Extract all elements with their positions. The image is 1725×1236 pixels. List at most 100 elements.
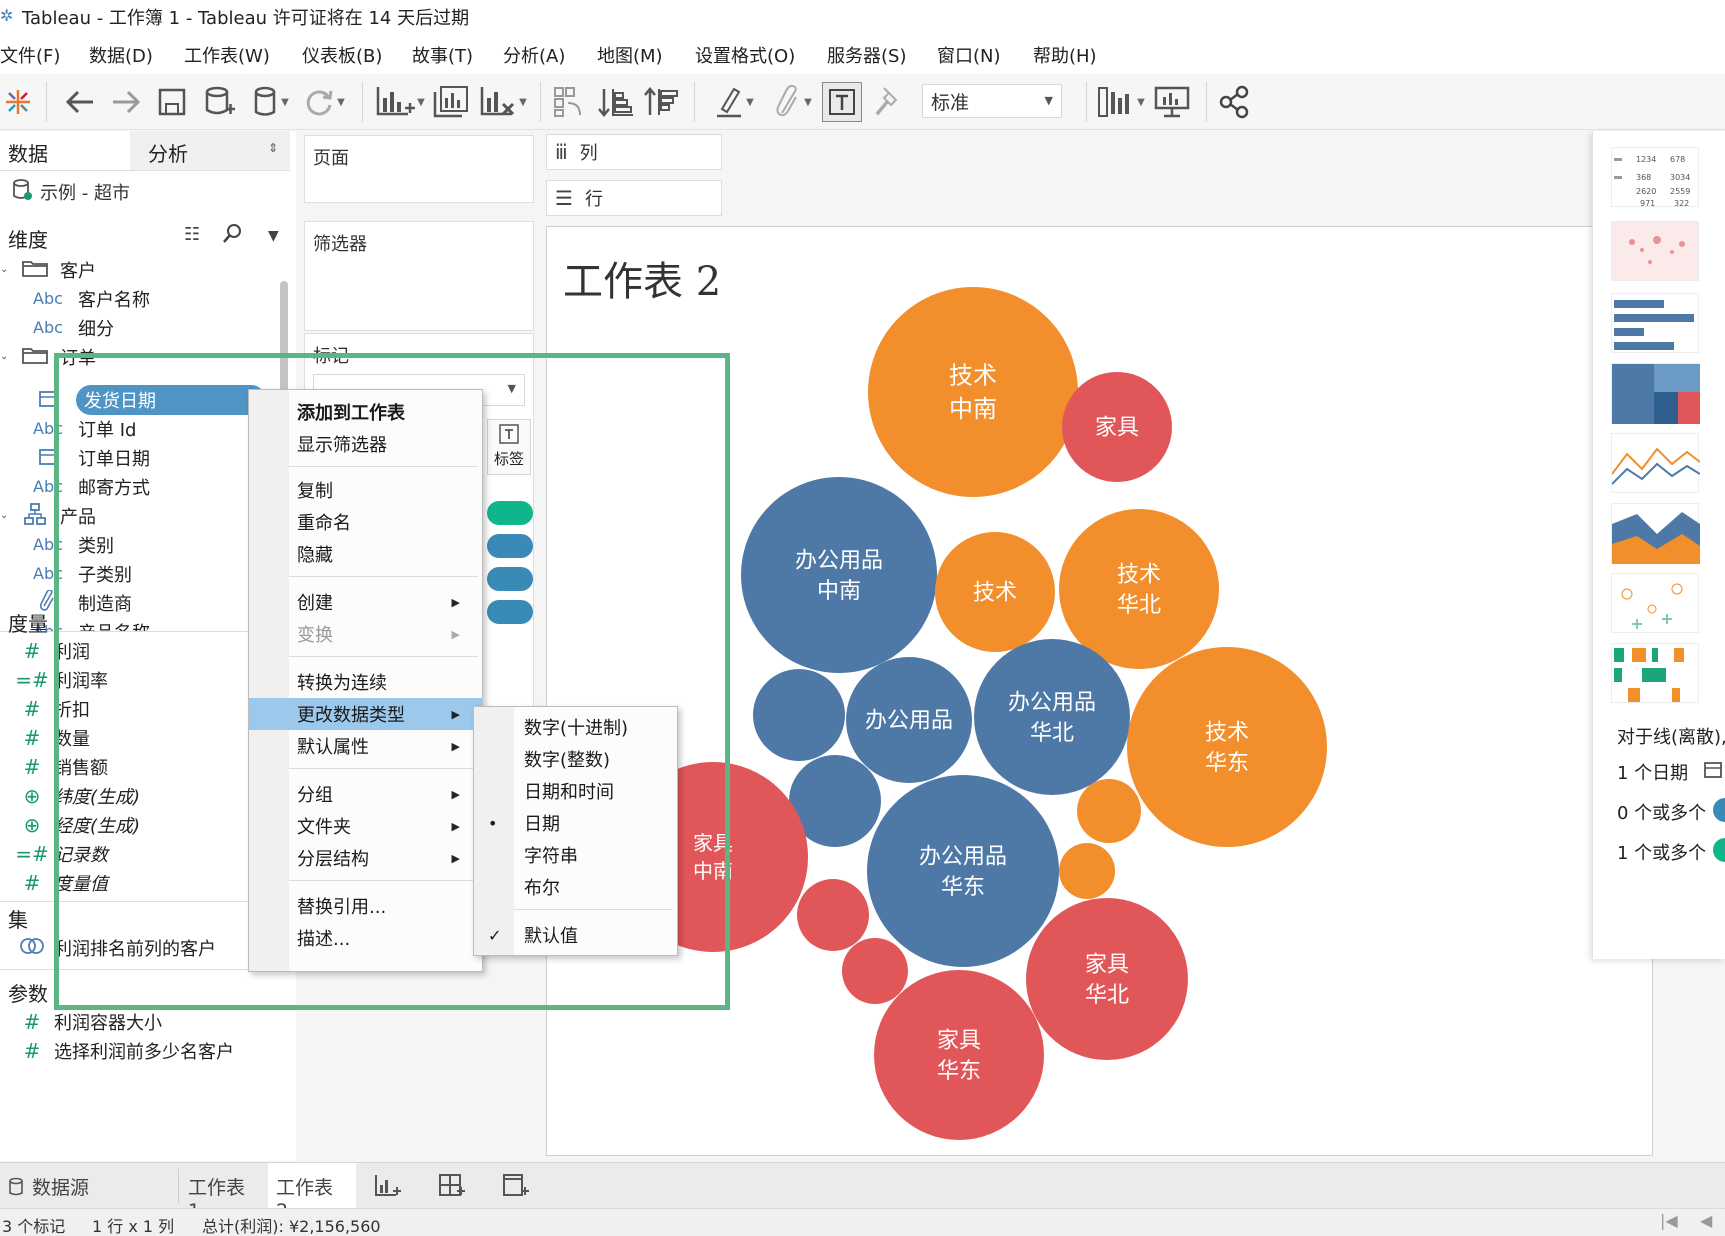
pause-updates-icon[interactable]: ▼	[246, 80, 296, 124]
type-default[interactable]: ✓ 默认值	[474, 919, 677, 951]
save-icon[interactable]	[152, 80, 192, 124]
new-datasource-icon[interactable]	[200, 80, 240, 124]
swap-rows-columns-icon[interactable]	[548, 80, 592, 124]
columns-shelf[interactable]: iii 列	[546, 134, 722, 170]
showme-treemap-thumb[interactable]	[1611, 363, 1700, 424]
sort-descending-icon[interactable]	[640, 80, 684, 124]
first-page-icon[interactable]: |◀	[1660, 1211, 1678, 1230]
showme-scatter-thumb[interactable]	[1611, 573, 1699, 633]
showme-area-thumb[interactable]	[1611, 503, 1700, 564]
tab-analysis[interactable]: 分析 ⇕	[130, 131, 290, 171]
bubble-mark[interactable]	[868, 287, 1078, 497]
menu-show-filter[interactable]: 显示筛选器	[249, 428, 482, 460]
menu-copy[interactable]: 复制	[249, 474, 482, 506]
menu-server[interactable]: 服务器(S)	[827, 42, 906, 68]
menu-dashboard[interactable]: 仪表板(B)	[302, 42, 382, 68]
refresh-icon[interactable]: ▼	[298, 80, 350, 124]
bubble-mark[interactable]	[1059, 509, 1219, 669]
group-members-icon[interactable]: ▼	[764, 80, 820, 124]
menu-worksheet[interactable]: 工作表(W)	[184, 42, 270, 68]
new-worksheet-icon[interactable]: ▼	[372, 80, 428, 124]
menu-format[interactable]: 设置格式(O)	[695, 42, 795, 68]
fit-select[interactable]: 标准 ▼	[922, 84, 1062, 118]
rows-shelf[interactable]: ☰ 行	[546, 180, 722, 216]
menu-window[interactable]: 窗口(N)	[937, 42, 1001, 68]
bubble-mark[interactable]	[874, 970, 1044, 1140]
menu-hide[interactable]: 隐藏	[249, 538, 482, 570]
bubble-mark[interactable]	[797, 879, 869, 951]
menu-data[interactable]: 数据(D)	[89, 42, 153, 68]
bubble-mark[interactable]	[867, 775, 1059, 967]
type-datetime[interactable]: 日期和时间	[474, 775, 677, 807]
new-worksheet-tab-icon[interactable]	[366, 1163, 418, 1209]
prev-page-icon[interactable]: ◀	[1700, 1211, 1712, 1230]
folder-customer[interactable]: ⌄ 客户	[0, 255, 96, 284]
menu-describe[interactable]: 描述...	[249, 922, 482, 954]
type-boolean[interactable]: 布尔	[474, 871, 677, 903]
type-date[interactable]: • 日期	[474, 807, 677, 839]
duplicate-sheet-icon[interactable]	[430, 80, 472, 124]
showme-bar-thumb[interactable]	[1611, 293, 1699, 353]
menu-file[interactable]: 文件(F)	[0, 42, 60, 68]
pages-card[interactable]: 页面	[304, 135, 534, 203]
new-story-tab-icon[interactable]	[494, 1163, 546, 1209]
showme-line-thumb[interactable]	[1611, 433, 1701, 493]
tab-data[interactable]: 数据	[0, 131, 130, 171]
menu-story[interactable]: 故事(T)	[412, 42, 473, 68]
bubble-mark[interactable]	[842, 938, 908, 1004]
clear-sheet-icon[interactable]: ▼	[474, 80, 532, 124]
show-cards-icon[interactable]: ▼	[1092, 80, 1150, 124]
show-mark-labels-icon[interactable]	[822, 82, 862, 122]
menu-map[interactable]: 地图(M)	[597, 42, 663, 68]
menu-create[interactable]: 创建 ▶	[249, 586, 482, 618]
menu-convert-continuous[interactable]: 转换为连续	[249, 666, 482, 698]
tab-sheet1[interactable]: 工作表 1	[180, 1163, 268, 1222]
dimensions-menu-chevron-icon[interactable]: ▼	[268, 228, 279, 244]
field-customer-name[interactable]: Abc 客户名称	[30, 284, 150, 313]
type-integer[interactable]: 数字(整数)	[474, 743, 677, 775]
tab-sheet2[interactable]: 工作表 2	[268, 1163, 356, 1222]
bubble-mark[interactable]	[741, 477, 937, 673]
bubble-mark[interactable]	[1077, 779, 1141, 843]
menu-hierarchy[interactable]: 分层结构 ▶	[249, 842, 482, 874]
menu-folder[interactable]: 文件夹 ▶	[249, 810, 482, 842]
bubble-label: 华东	[937, 1059, 981, 1084]
forward-arrow-icon[interactable]	[104, 80, 148, 124]
bubble-mark[interactable]	[753, 669, 845, 761]
param-profit-bin-size[interactable]: # 利润容器大小	[14, 1007, 162, 1036]
showme-text-table-thumb[interactable]: 1234 678 368 3034 2620 2559 971 322	[1611, 147, 1699, 208]
back-arrow-icon[interactable]	[58, 80, 102, 124]
showme-gantt-thumb[interactable]	[1611, 643, 1699, 703]
sort-ascending-icon[interactable]	[594, 80, 638, 124]
tableau-home-icon[interactable]	[0, 80, 36, 124]
bubble-label: 华北	[1030, 721, 1074, 746]
view-list-icon[interactable]: ☷	[184, 224, 200, 245]
menu-default-properties[interactable]: 默认属性 ▶	[249, 730, 482, 762]
menu-add-to-sheet[interactable]: 添加到工作表	[249, 396, 482, 428]
new-dashboard-tab-icon[interactable]	[430, 1163, 482, 1209]
share-icon[interactable]	[1212, 80, 1256, 124]
filters-card[interactable]: 筛选器	[304, 221, 534, 331]
type-string[interactable]: 字符串	[474, 839, 677, 871]
tab-datasource[interactable]: 数据源	[0, 1163, 178, 1209]
type-decimal[interactable]: 数字(十进制)	[474, 711, 677, 743]
menu-group[interactable]: 分组 ▶	[249, 778, 482, 810]
menu-help[interactable]: 帮助(H)	[1033, 42, 1097, 68]
menu-analysis[interactable]: 分析(A)	[503, 42, 565, 68]
param-top-n-customers[interactable]: # 选择利润前多少名客户	[14, 1036, 234, 1065]
menu-rename[interactable]: 重命名	[249, 506, 482, 538]
menu-change-data-type[interactable]: 更改数据类型 ▶	[249, 698, 482, 730]
search-icon[interactable]	[222, 222, 244, 249]
datasource-item[interactable]: 示例 - 超市	[8, 177, 130, 206]
showme-map-thumb[interactable]	[1611, 221, 1699, 281]
field-segment[interactable]: Abc 细分	[30, 313, 114, 342]
bubble-mark[interactable]	[1026, 898, 1188, 1060]
bubble-mark[interactable]	[1127, 647, 1327, 847]
fix-axes-icon[interactable]	[868, 80, 908, 124]
bubble-mark[interactable]	[974, 639, 1130, 795]
menu-replace-references[interactable]: 替换引用...	[249, 890, 482, 922]
highlight-icon[interactable]: ▼	[706, 80, 762, 124]
presentation-mode-icon[interactable]	[1150, 80, 1194, 124]
bubble-mark[interactable]	[1059, 843, 1115, 899]
datasource-icon	[8, 178, 36, 206]
